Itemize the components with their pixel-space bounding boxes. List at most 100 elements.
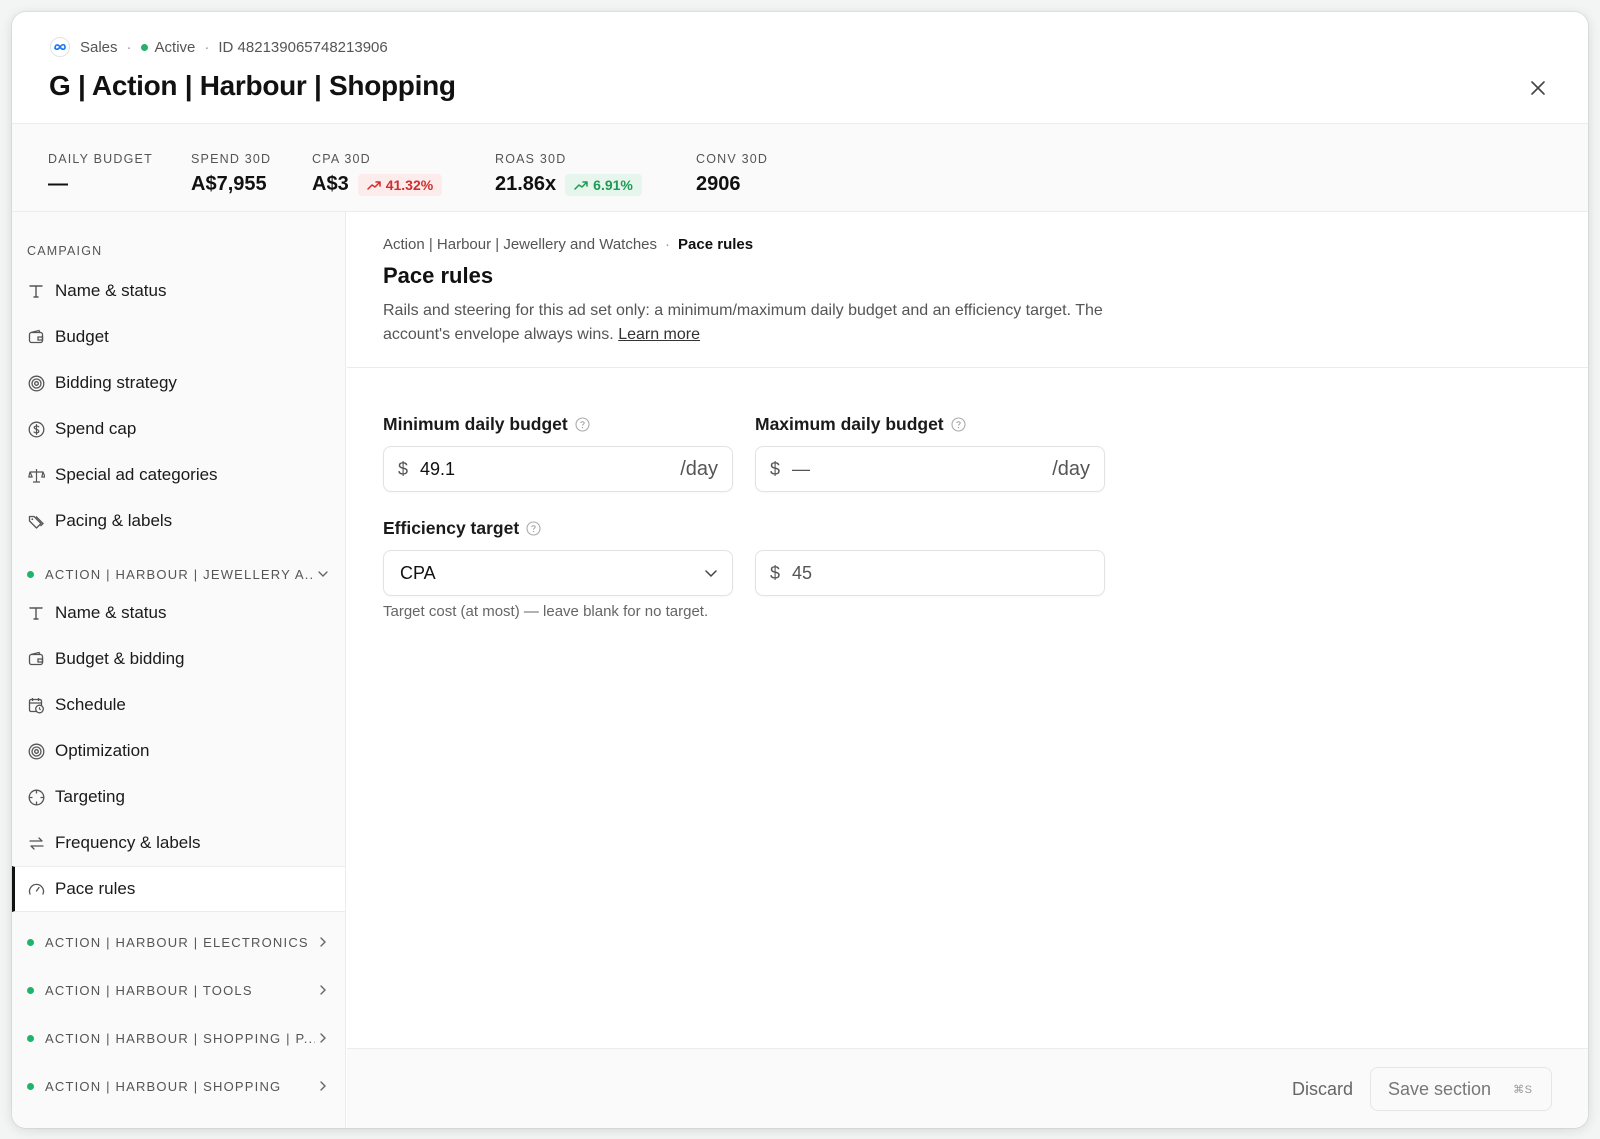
- stat-label: CONV 30D: [696, 152, 769, 166]
- max-budget-input[interactable]: $ — /day: [755, 446, 1105, 492]
- sidebar-item-targeting[interactable]: Targeting: [12, 774, 345, 820]
- stat-value: 21.86x: [495, 173, 557, 195]
- sidebar-item-label: Pace rules: [55, 879, 136, 898]
- breadcrumb-parent[interactable]: Action | Harbour | Jewellery and Watches: [383, 236, 657, 253]
- stat-label: DAILY BUDGET: [48, 152, 153, 166]
- status-label: Active: [154, 38, 196, 56]
- sidebar-item-special-ad-categories[interactable]: Special ad categories: [12, 452, 345, 498]
- sidebar-item-frequency-labels[interactable]: Frequency & labels: [12, 820, 345, 866]
- section-description: Rails and steering for this ad set only:…: [383, 299, 1103, 347]
- crosshair-icon: [27, 788, 45, 806]
- efficiency-target-value: 45: [792, 562, 813, 583]
- breadcrumb: Action | Harbour | Jewellery and Watches…: [383, 236, 753, 253]
- sidebar-item-label: Name & status: [55, 603, 167, 622]
- sidebar-item-schedule[interactable]: Schedule: [12, 682, 345, 728]
- help-icon[interactable]: [526, 521, 541, 536]
- sidebar-item-label: Pacing & labels: [55, 511, 173, 530]
- text-icon: [27, 282, 45, 300]
- sidebar-item-budget-bidding[interactable]: Budget & bidding: [12, 636, 345, 682]
- chevron-right-icon: [315, 984, 331, 996]
- sidebar-item-spend-cap[interactable]: Spend cap: [12, 406, 345, 452]
- sidebar-item-label: Frequency & labels: [55, 833, 201, 852]
- delta-value: 6.91%: [593, 176, 633, 193]
- field-label-text: Maximum daily budget: [755, 414, 944, 434]
- separator-dot: ·: [126, 38, 132, 56]
- adset-group-label: ACTION | HARBOUR | SHOPPING: [45, 1078, 282, 1094]
- status-dot: [140, 43, 148, 51]
- adset-group-label: ACTION | HARBOUR | ELECTRONICS: [45, 934, 309, 950]
- stats-bar: DAILY BUDGET — SPEND 30D A$7,955 CPA 30D…: [12, 124, 1588, 212]
- keyboard-shortcut: ⌘S: [1513, 1083, 1533, 1096]
- calendar-clock-icon: [27, 696, 45, 714]
- separator-dot: ·: [204, 38, 210, 56]
- sidebar-item-pace-rules[interactable]: Pace rules: [12, 866, 345, 912]
- adset-group-jewellery[interactable]: ACTION | HARBOUR | JEWELLERY A...: [12, 554, 345, 594]
- stat-cpa-30d: CPA 30D A$3 41.32%: [312, 152, 443, 196]
- help-icon[interactable]: [575, 417, 590, 432]
- stat-spend-30d: SPEND 30D A$7,955: [191, 152, 271, 196]
- adset-group-electronics[interactable]: ACTION | HARBOUR | ELECTRONICS: [12, 922, 345, 962]
- efficiency-target-input[interactable]: $ 45: [755, 550, 1105, 596]
- chevron-right-icon: [315, 936, 331, 948]
- min-budget-input[interactable]: $ 49.1 /day: [383, 446, 733, 492]
- field-label-text: Efficiency target: [383, 518, 520, 538]
- adset-group-shopping-p[interactable]: ACTION | HARBOUR | SHOPPING | P...: [12, 1018, 345, 1058]
- delta-badge: 6.91%: [565, 173, 642, 196]
- sidebar-item-label: Budget & bidding: [55, 649, 185, 668]
- max-budget-label: Maximum daily budget: [755, 414, 966, 435]
- sidebar-item-label: Budget: [55, 327, 109, 346]
- header-meta: Sales · Active · ID 4821390657482139​06: [50, 37, 388, 57]
- discard-button[interactable]: Discard: [1292, 1071, 1353, 1107]
- repeat-icon: [27, 834, 45, 852]
- per-day-suffix: /day: [680, 457, 718, 480]
- help-icon[interactable]: [951, 417, 966, 432]
- section-title: Pace rules: [383, 263, 494, 288]
- text-icon: [27, 604, 45, 622]
- stat-value: 2906: [696, 173, 741, 195]
- efficiency-target-label: Efficiency target: [383, 518, 541, 539]
- sidebar-item-campaign-name-status[interactable]: Name & status: [12, 268, 345, 314]
- sidebar-item-label: Targeting: [55, 787, 125, 806]
- sidebar-heading-campaign: CAMPAIGN: [27, 244, 103, 258]
- sidebar-item-optimization[interactable]: Optimization: [12, 728, 345, 774]
- status-dot: [27, 938, 34, 946]
- trend-up-icon: [366, 180, 381, 190]
- sidebar-item-label: Spend cap: [55, 419, 137, 438]
- efficiency-hint: Target cost (at most) — leave blank for …: [383, 603, 709, 620]
- stat-roas-30d: ROAS 30D 21.86x 6.91%: [495, 152, 642, 196]
- chevron-right-icon: [315, 1032, 331, 1044]
- stat-daily-budget: DAILY BUDGET —: [48, 152, 153, 196]
- chevron-down-icon: [315, 570, 331, 578]
- wallet-icon: [27, 650, 45, 668]
- min-budget-value: 49.1: [420, 458, 456, 479]
- save-section-button[interactable]: Save section ⌘S: [1370, 1067, 1552, 1111]
- main-panel: Action | Harbour | Jewellery and Watches…: [347, 212, 1588, 1128]
- sidebar-item-bidding-strategy[interactable]: Bidding strategy: [12, 360, 345, 406]
- campaign-title: G | Action | Harbour | Shopping: [49, 70, 456, 101]
- chevron-right-icon: [315, 1080, 331, 1092]
- status-dot: [27, 570, 34, 578]
- campaign-editor-modal: Sales · Active · ID 4821390657482139​06 …: [12, 12, 1588, 1128]
- delta-badge: 41.32%: [357, 173, 443, 196]
- learn-more-link[interactable]: Learn more: [618, 326, 700, 343]
- status-dot: [27, 986, 34, 994]
- target-icon: [27, 374, 45, 392]
- stat-label: SPEND 30D: [191, 152, 272, 166]
- min-budget-label: Minimum daily budget: [383, 414, 590, 435]
- sidebar-item-adset-name-status[interactable]: Name & status: [12, 590, 345, 636]
- adset-group-label: ACTION | HARBOUR | TOOLS: [45, 982, 253, 998]
- sidebar-item-budget[interactable]: Budget: [12, 314, 345, 360]
- close-button[interactable]: [1526, 76, 1550, 100]
- description-text: Rails and steering for this ad set only:…: [383, 302, 1103, 343]
- sidebar-item-label: Schedule: [55, 695, 126, 714]
- sidebar-item-label: Special ad categories: [55, 465, 218, 484]
- stat-label: CPA 30D: [312, 152, 371, 166]
- adset-group-tools[interactable]: ACTION | HARBOUR | TOOLS: [12, 970, 345, 1010]
- sidebar-item-pacing-labels[interactable]: Pacing & labels: [12, 498, 345, 544]
- efficiency-type-select[interactable]: CPA: [383, 550, 733, 596]
- sidebar: CAMPAIGN Name & status Budget Bidding st…: [12, 212, 346, 1128]
- status-dot: [27, 1034, 34, 1042]
- save-label: Save section: [1388, 1078, 1492, 1099]
- adset-group-shopping[interactable]: ACTION | HARBOUR | SHOPPING: [12, 1066, 345, 1106]
- field-label-text: Minimum daily budget: [383, 414, 568, 434]
